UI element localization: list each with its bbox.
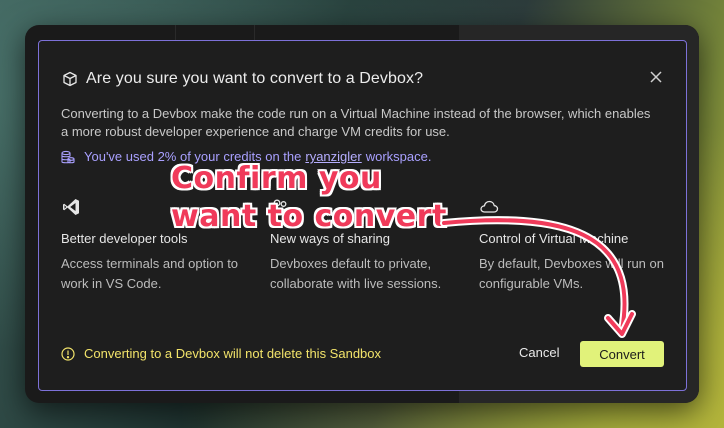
feature-body: Devboxes default to private, collaborate…: [270, 256, 442, 291]
coins-icon: [61, 150, 75, 164]
feature-heading: Control of Virtual Machine: [479, 231, 629, 246]
dialog-title: Are you sure you want to convert to a De…: [86, 70, 424, 87]
annotation-line-1: Confirm you: [171, 161, 382, 196]
convert-button[interactable]: Convert: [580, 341, 664, 367]
vscode-icon: [61, 197, 81, 217]
close-icon: [650, 71, 662, 83]
cancel-button[interactable]: Cancel: [519, 345, 559, 360]
feature-body: Access terminals and option to work in V…: [61, 256, 239, 291]
feature-vm-control: Control of Virtual Machine By default, D…: [479, 197, 669, 294]
feature-body: By default, Devboxes will run on configu…: [479, 256, 664, 291]
cloud-icon: [479, 197, 499, 217]
annotation-line-2: want to convert: [171, 199, 447, 234]
dialog-header: Are you sure you want to convert to a De…: [62, 68, 666, 90]
annotation-callout: Confirm you want to convert: [171, 160, 447, 236]
cube-icon: [62, 71, 78, 87]
close-button[interactable]: [648, 69, 664, 85]
warning-icon: [61, 346, 75, 361]
dialog-description: Converting to a Devbox make the code run…: [61, 106, 651, 139]
warning-notice: Converting to a Devbox will not delete t…: [61, 346, 381, 361]
notice-text: Converting to a Devbox will not delete t…: [84, 346, 382, 361]
